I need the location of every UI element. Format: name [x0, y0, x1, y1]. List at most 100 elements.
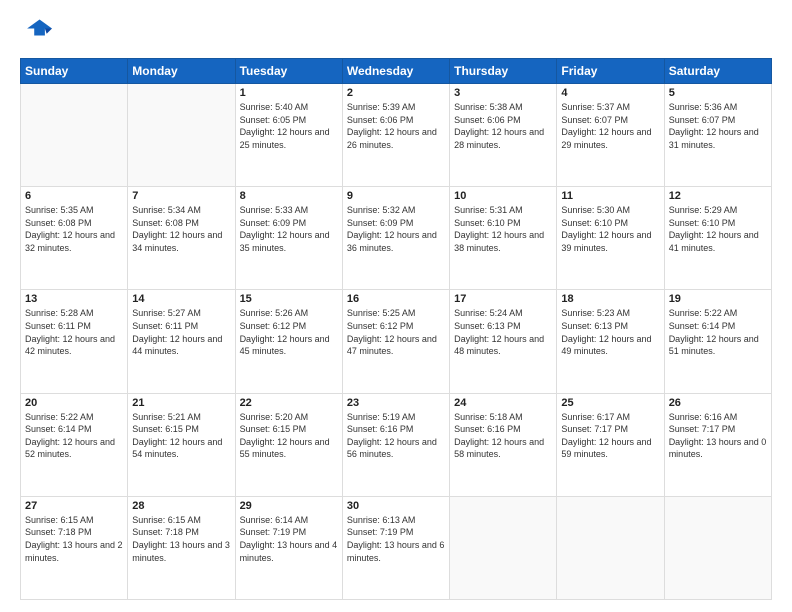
cell-sunset: Sunset: 6:10 PM [561, 217, 659, 230]
cell-sunset: Sunset: 6:15 PM [132, 423, 230, 436]
day-number: 17 [454, 293, 552, 305]
day-number: 5 [669, 87, 767, 99]
day-number: 11 [561, 190, 659, 202]
cell-sunrise: Sunrise: 5:38 AM [454, 101, 552, 114]
calendar-table: SundayMondayTuesdayWednesdayThursdayFrid… [20, 58, 772, 600]
cell-sunrise: Sunrise: 5:37 AM [561, 101, 659, 114]
day-number: 24 [454, 397, 552, 409]
calendar-header-monday: Monday [128, 59, 235, 84]
logo-icon [20, 16, 52, 48]
cell-daylight: Daylight: 12 hours and 38 minutes. [454, 229, 552, 254]
calendar-week-1: 1 Sunrise: 5:40 AM Sunset: 6:05 PM Dayli… [21, 84, 772, 187]
cell-sunset: Sunset: 6:08 PM [132, 217, 230, 230]
cell-sunset: Sunset: 6:12 PM [347, 320, 445, 333]
cell-daylight: Daylight: 12 hours and 35 minutes. [240, 229, 338, 254]
day-number: 21 [132, 397, 230, 409]
calendar-cell: 25 Sunrise: 6:17 AM Sunset: 7:17 PM Dayl… [557, 393, 664, 496]
cell-sunrise: Sunrise: 5:27 AM [132, 307, 230, 320]
cell-daylight: Daylight: 13 hours and 0 minutes. [669, 436, 767, 461]
cell-sunset: Sunset: 6:07 PM [561, 114, 659, 127]
cell-daylight: Daylight: 12 hours and 59 minutes. [561, 436, 659, 461]
day-number: 1 [240, 87, 338, 99]
calendar-cell: 21 Sunrise: 5:21 AM Sunset: 6:15 PM Dayl… [128, 393, 235, 496]
day-number: 20 [25, 397, 123, 409]
calendar-cell: 2 Sunrise: 5:39 AM Sunset: 6:06 PM Dayli… [342, 84, 449, 187]
cell-daylight: Daylight: 12 hours and 45 minutes. [240, 333, 338, 358]
cell-sunrise: Sunrise: 5:34 AM [132, 204, 230, 217]
calendar-week-5: 27 Sunrise: 6:15 AM Sunset: 7:18 PM Dayl… [21, 496, 772, 599]
cell-sunset: Sunset: 6:16 PM [454, 423, 552, 436]
cell-daylight: Daylight: 13 hours and 6 minutes. [347, 539, 445, 564]
cell-sunset: Sunset: 6:12 PM [240, 320, 338, 333]
calendar-header-wednesday: Wednesday [342, 59, 449, 84]
day-number: 4 [561, 87, 659, 99]
cell-sunrise: Sunrise: 5:36 AM [669, 101, 767, 114]
calendar-header-thursday: Thursday [450, 59, 557, 84]
cell-sunrise: Sunrise: 5:22 AM [25, 411, 123, 424]
cell-sunrise: Sunrise: 5:22 AM [669, 307, 767, 320]
cell-sunrise: Sunrise: 5:18 AM [454, 411, 552, 424]
cell-daylight: Daylight: 12 hours and 31 minutes. [669, 126, 767, 151]
calendar-header-row: SundayMondayTuesdayWednesdayThursdayFrid… [21, 59, 772, 84]
day-number: 28 [132, 500, 230, 512]
cell-sunset: Sunset: 6:11 PM [132, 320, 230, 333]
cell-daylight: Daylight: 12 hours and 32 minutes. [25, 229, 123, 254]
day-number: 15 [240, 293, 338, 305]
cell-sunrise: Sunrise: 5:35 AM [25, 204, 123, 217]
calendar-cell: 10 Sunrise: 5:31 AM Sunset: 6:10 PM Dayl… [450, 187, 557, 290]
calendar-cell: 7 Sunrise: 5:34 AM Sunset: 6:08 PM Dayli… [128, 187, 235, 290]
day-number: 10 [454, 190, 552, 202]
cell-daylight: Daylight: 12 hours and 58 minutes. [454, 436, 552, 461]
calendar-header-saturday: Saturday [664, 59, 771, 84]
cell-daylight: Daylight: 12 hours and 39 minutes. [561, 229, 659, 254]
cell-sunrise: Sunrise: 6:16 AM [669, 411, 767, 424]
cell-daylight: Daylight: 12 hours and 56 minutes. [347, 436, 445, 461]
header [20, 16, 772, 48]
cell-sunrise: Sunrise: 6:14 AM [240, 514, 338, 527]
calendar-cell: 16 Sunrise: 5:25 AM Sunset: 6:12 PM Dayl… [342, 290, 449, 393]
calendar-cell: 12 Sunrise: 5:29 AM Sunset: 6:10 PM Dayl… [664, 187, 771, 290]
cell-sunrise: Sunrise: 5:30 AM [561, 204, 659, 217]
cell-daylight: Daylight: 13 hours and 2 minutes. [25, 539, 123, 564]
day-number: 16 [347, 293, 445, 305]
cell-daylight: Daylight: 12 hours and 36 minutes. [347, 229, 445, 254]
cell-sunrise: Sunrise: 5:40 AM [240, 101, 338, 114]
cell-sunset: Sunset: 7:18 PM [25, 526, 123, 539]
cell-daylight: Daylight: 12 hours and 54 minutes. [132, 436, 230, 461]
cell-sunset: Sunset: 6:05 PM [240, 114, 338, 127]
cell-sunset: Sunset: 7:18 PM [132, 526, 230, 539]
cell-sunset: Sunset: 7:19 PM [347, 526, 445, 539]
cell-daylight: Daylight: 12 hours and 49 minutes. [561, 333, 659, 358]
day-number: 2 [347, 87, 445, 99]
calendar-cell: 4 Sunrise: 5:37 AM Sunset: 6:07 PM Dayli… [557, 84, 664, 187]
day-number: 19 [669, 293, 767, 305]
cell-sunrise: Sunrise: 5:23 AM [561, 307, 659, 320]
cell-sunset: Sunset: 6:07 PM [669, 114, 767, 127]
cell-sunset: Sunset: 6:10 PM [669, 217, 767, 230]
cell-sunset: Sunset: 6:09 PM [347, 217, 445, 230]
calendar-cell: 11 Sunrise: 5:30 AM Sunset: 6:10 PM Dayl… [557, 187, 664, 290]
calendar-cell: 26 Sunrise: 6:16 AM Sunset: 7:17 PM Dayl… [664, 393, 771, 496]
calendar-cell: 19 Sunrise: 5:22 AM Sunset: 6:14 PM Dayl… [664, 290, 771, 393]
cell-daylight: Daylight: 12 hours and 55 minutes. [240, 436, 338, 461]
cell-sunset: Sunset: 6:11 PM [25, 320, 123, 333]
cell-sunrise: Sunrise: 5:39 AM [347, 101, 445, 114]
day-number: 14 [132, 293, 230, 305]
cell-daylight: Daylight: 12 hours and 48 minutes. [454, 333, 552, 358]
cell-daylight: Daylight: 12 hours and 44 minutes. [132, 333, 230, 358]
cell-sunset: Sunset: 7:17 PM [561, 423, 659, 436]
cell-sunrise: Sunrise: 5:32 AM [347, 204, 445, 217]
logo [20, 16, 56, 48]
day-number: 6 [25, 190, 123, 202]
day-number: 26 [669, 397, 767, 409]
calendar-cell: 14 Sunrise: 5:27 AM Sunset: 6:11 PM Dayl… [128, 290, 235, 393]
cell-sunset: Sunset: 6:13 PM [561, 320, 659, 333]
cell-daylight: Daylight: 12 hours and 47 minutes. [347, 333, 445, 358]
calendar-cell: 20 Sunrise: 5:22 AM Sunset: 6:14 PM Dayl… [21, 393, 128, 496]
cell-sunrise: Sunrise: 5:33 AM [240, 204, 338, 217]
cell-sunrise: Sunrise: 6:15 AM [132, 514, 230, 527]
cell-daylight: Daylight: 12 hours and 26 minutes. [347, 126, 445, 151]
calendar-cell: 22 Sunrise: 5:20 AM Sunset: 6:15 PM Dayl… [235, 393, 342, 496]
calendar-cell: 1 Sunrise: 5:40 AM Sunset: 6:05 PM Dayli… [235, 84, 342, 187]
cell-sunset: Sunset: 6:14 PM [25, 423, 123, 436]
